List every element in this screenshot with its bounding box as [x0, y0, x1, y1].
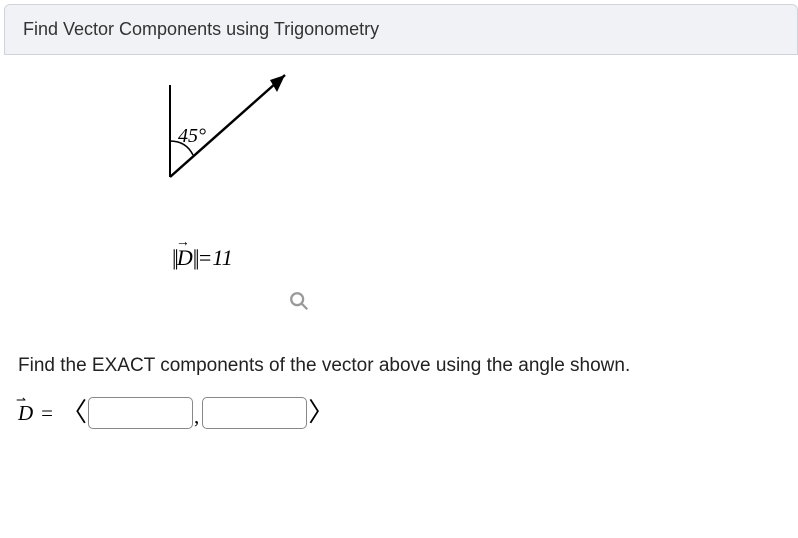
magnitude-label: ||→D||=11	[172, 245, 233, 271]
x-component-input[interactable]	[88, 397, 193, 429]
page-title: Find Vector Components using Trigonometr…	[23, 19, 379, 39]
magnitude-eq: =	[198, 245, 213, 270]
vector-diagram-svg	[130, 65, 330, 225]
y-component-input[interactable]	[202, 397, 307, 429]
angle-label: 45°	[178, 125, 206, 148]
answer-arrow-icon: ⇀	[16, 393, 26, 408]
magnitude-value: 11	[212, 245, 232, 270]
comma: ,	[194, 398, 199, 429]
answer-row: ⇀ D = 〈 , 〉	[18, 397, 798, 429]
angle-bracket-close: 〉	[308, 400, 334, 426]
vector-figure: 45° ||→D||=11	[0, 55, 798, 315]
answer-vector-d: ⇀ D	[18, 401, 33, 426]
answer-eq: =	[41, 401, 53, 426]
magnifier-icon[interactable]	[288, 290, 310, 317]
angle-bracket-open: 〈	[61, 400, 87, 426]
title-bar: Find Vector Components using Trigonometr…	[4, 4, 798, 55]
vector-arrow-icon: →	[176, 235, 190, 251]
prompt-text: Find the EXACT components of the vector …	[18, 355, 798, 377]
vector-d-symbol: →D	[177, 245, 193, 271]
